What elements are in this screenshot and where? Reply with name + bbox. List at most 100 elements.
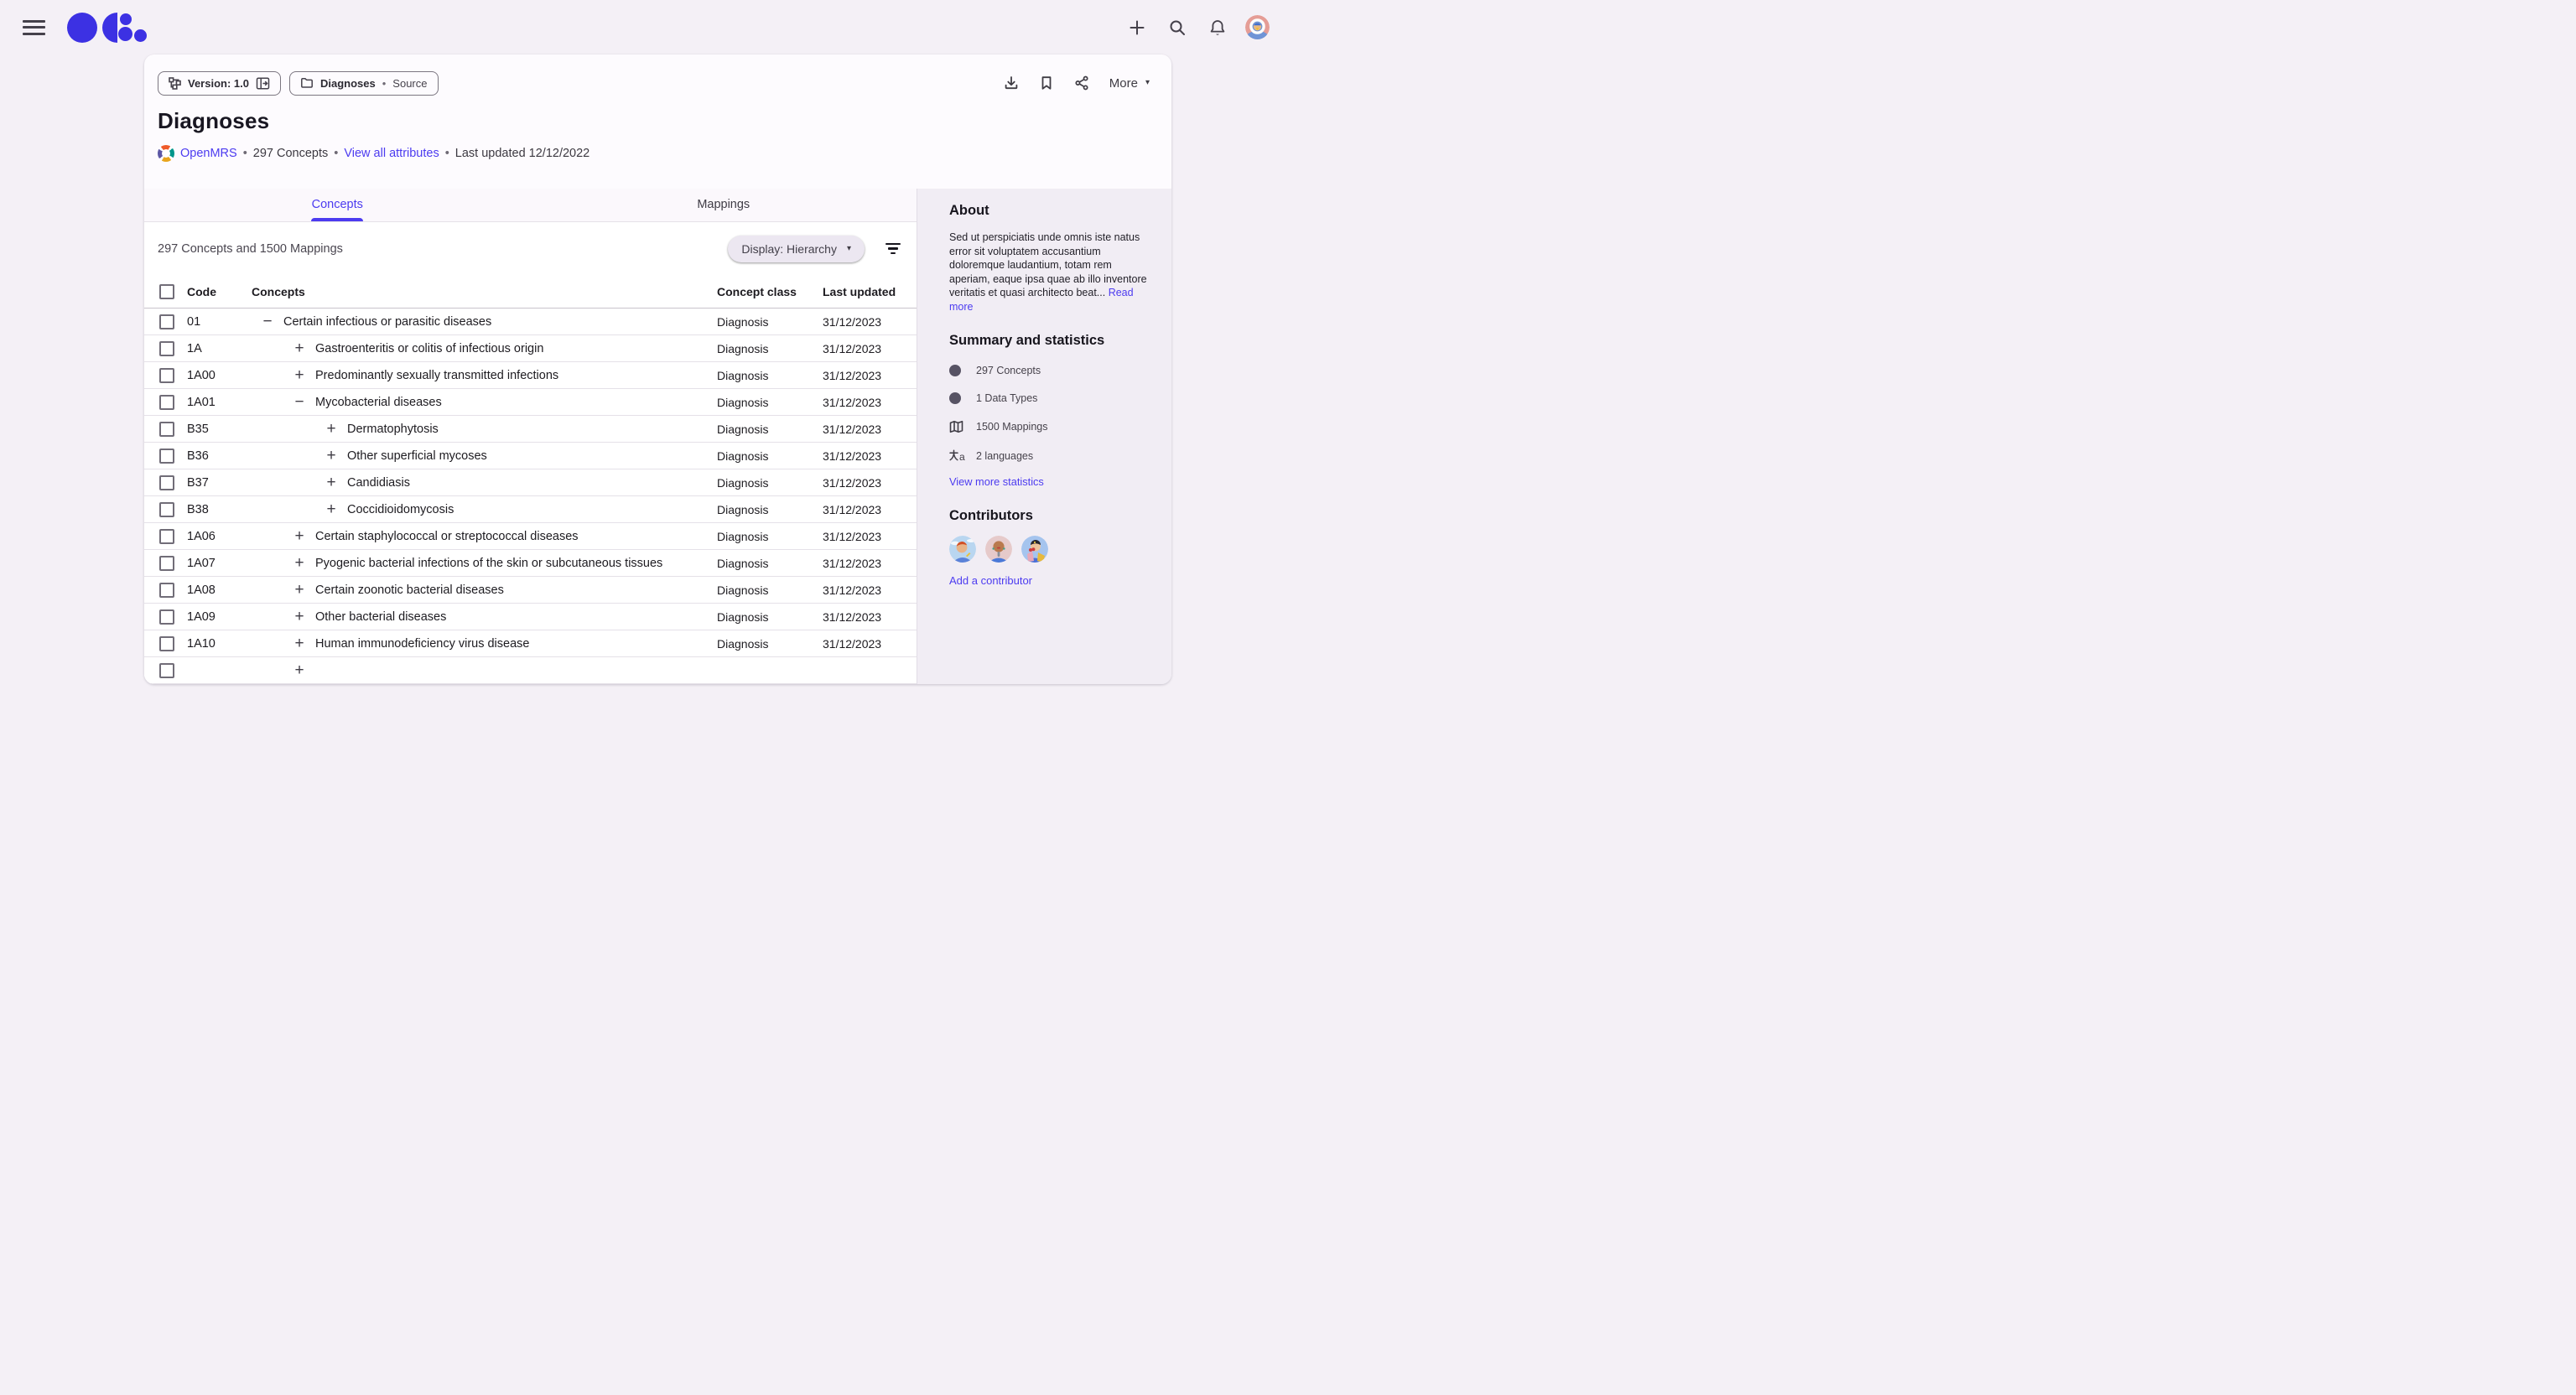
concept-class: Diagnosis — [717, 449, 823, 463]
row-checkbox[interactable] — [159, 502, 174, 517]
row-checkbox[interactable] — [159, 609, 174, 625]
concept-code: 1A01 — [187, 396, 252, 409]
owner-link[interactable]: OpenMRS — [180, 147, 237, 160]
source-chip[interactable]: Diagnoses • Source — [289, 71, 439, 96]
collapse-icon[interactable]: − — [261, 315, 274, 329]
notifications-bell-icon[interactable] — [1203, 13, 1232, 42]
row-checkbox[interactable] — [159, 475, 174, 490]
user-avatar[interactable] — [1245, 15, 1270, 39]
row-checkbox[interactable] — [159, 556, 174, 571]
display-mode-button[interactable]: Display: Hierarchy ▾ — [728, 236, 865, 262]
table-row[interactable]: 01 − Certain infectious or parasitic dis… — [144, 309, 917, 335]
table-row[interactable]: 1A10 + Human immunodeficiency virus dise… — [144, 630, 917, 657]
table-row[interactable]: 1A08 + Certain zoonotic bacterial diseas… — [144, 577, 917, 604]
row-checkbox[interactable] — [159, 341, 174, 356]
expand-icon[interactable]: + — [293, 557, 306, 570]
table-row[interactable]: B35 + Dermatophytosis Diagnosis 31/12/20… — [144, 416, 917, 443]
concept-last-updated: 31/12/2023 — [823, 369, 917, 382]
concept-last-updated: 31/12/2023 — [823, 396, 917, 409]
expand-icon[interactable]: + — [293, 610, 306, 624]
last-updated-text: Last updated 12/12/2022 — [455, 147, 589, 160]
table-row[interactable]: 1A01 − Mycobacterial diseases Diagnosis … — [144, 389, 917, 416]
topbar — [0, 0, 1288, 54]
row-checkbox[interactable] — [159, 636, 174, 651]
row-checkbox[interactable] — [159, 583, 174, 598]
concept-class: Diagnosis — [717, 369, 823, 382]
concept-class: Diagnosis — [717, 342, 823, 355]
stat-languages: a 2 languages — [949, 449, 1151, 462]
version-panel-arrow-icon[interactable] — [256, 76, 270, 91]
more-button[interactable]: More ▾ — [1109, 76, 1150, 91]
expand-icon[interactable]: + — [293, 530, 306, 543]
row-checkbox[interactable] — [159, 395, 174, 410]
concept-class: Diagnosis — [717, 530, 823, 543]
ocl-logo[interactable] — [67, 13, 141, 43]
tab-concepts[interactable]: Concepts — [144, 189, 531, 221]
table-row[interactable]: B37 + Candidiasis Diagnosis 31/12/2023 — [144, 469, 917, 496]
concept-last-updated: 31/12/2023 — [823, 610, 917, 624]
version-chip[interactable]: Version: 1.0 — [158, 71, 281, 96]
row-checkbox[interactable] — [159, 314, 174, 329]
expand-icon[interactable]: + — [293, 664, 306, 677]
expand-icon[interactable]: + — [325, 476, 338, 490]
concept-last-updated: 31/12/2023 — [823, 557, 917, 570]
filter-icon[interactable] — [878, 234, 908, 264]
concept-name: Certain zoonotic bacterial diseases — [315, 583, 504, 597]
contributor-avatar[interactable] — [985, 536, 1012, 563]
folder-icon — [300, 76, 314, 90]
stat-concepts: 297 Concepts — [949, 365, 1151, 376]
add-contributor-link[interactable]: Add a contributor — [949, 574, 1032, 587]
row-checkbox[interactable] — [159, 422, 174, 437]
expand-icon[interactable]: + — [325, 423, 338, 436]
tab-bar: Concepts Mappings — [144, 189, 917, 222]
row-checkbox[interactable] — [159, 368, 174, 383]
concept-code: 1A10 — [187, 637, 252, 651]
table-row[interactable]: 1A00 + Predominantly sexually transmitte… — [144, 362, 917, 389]
hamburger-menu-icon[interactable] — [23, 20, 45, 35]
table-row[interactable]: 1A06 + Certain staphylococcal or strepto… — [144, 523, 917, 550]
concept-code: 1A06 — [187, 530, 252, 543]
share-icon[interactable] — [1067, 70, 1096, 96]
contributor-avatar[interactable] — [949, 536, 976, 563]
stat-mappings: 1500 Mappings — [949, 420, 1151, 433]
view-more-statistics-link[interactable]: View more statistics — [949, 475, 1044, 488]
concept-name: Candidiasis — [347, 476, 410, 490]
expand-icon[interactable]: + — [293, 342, 306, 355]
table-row[interactable]: B38 + Coccidioidomycosis Diagnosis 31/12… — [144, 496, 917, 523]
row-checkbox[interactable] — [159, 449, 174, 464]
row-checkbox[interactable] — [159, 663, 174, 678]
tab-mappings[interactable]: Mappings — [531, 189, 917, 221]
column-header-last-updated: Last updated — [823, 285, 917, 298]
about-text: Sed ut perspiciatis unde omnis iste natu… — [949, 231, 1151, 314]
source-chip-type: Source — [392, 77, 427, 90]
concept-last-updated: 31/12/2023 — [823, 503, 917, 516]
table-row[interactable]: 1A + Gastroenteritis or colitis of infec… — [144, 335, 917, 362]
table-row[interactable]: 1A09 + Other bacterial diseases Diagnosi… — [144, 604, 917, 630]
concept-last-updated: 31/12/2023 — [823, 476, 917, 490]
concept-code: B37 — [187, 476, 252, 490]
table-body: 01 − Certain infectious or parasitic dis… — [144, 309, 917, 684]
view-attributes-link[interactable]: View all attributes — [344, 147, 439, 160]
collapse-icon[interactable]: − — [293, 396, 306, 409]
concept-name: Certain staphylococcal or streptococcal … — [315, 530, 579, 543]
table-row[interactable]: B36 + Other superficial mycoses Diagnosi… — [144, 443, 917, 469]
concept-name: Coccidioidomycosis — [347, 503, 454, 516]
bookmark-icon[interactable] — [1032, 70, 1061, 96]
circle-icon — [949, 392, 968, 404]
expand-icon[interactable]: + — [293, 637, 306, 651]
table-row[interactable]: + — [144, 657, 917, 684]
concept-class: Diagnosis — [717, 423, 823, 436]
row-checkbox[interactable] — [159, 529, 174, 544]
contributor-avatar[interactable] — [1021, 536, 1048, 563]
download-icon[interactable] — [997, 70, 1026, 96]
concept-class: Diagnosis — [717, 610, 823, 624]
search-icon[interactable] — [1163, 13, 1192, 42]
add-icon[interactable] — [1123, 13, 1151, 42]
expand-icon[interactable]: + — [293, 583, 306, 597]
table-row[interactable]: 1A07 + Pyogenic bacterial infections of … — [144, 550, 917, 577]
select-all-checkbox[interactable] — [159, 284, 174, 299]
expand-icon[interactable]: + — [293, 369, 306, 382]
concept-code: 1A00 — [187, 369, 252, 382]
expand-icon[interactable]: + — [325, 449, 338, 463]
expand-icon[interactable]: + — [325, 503, 338, 516]
